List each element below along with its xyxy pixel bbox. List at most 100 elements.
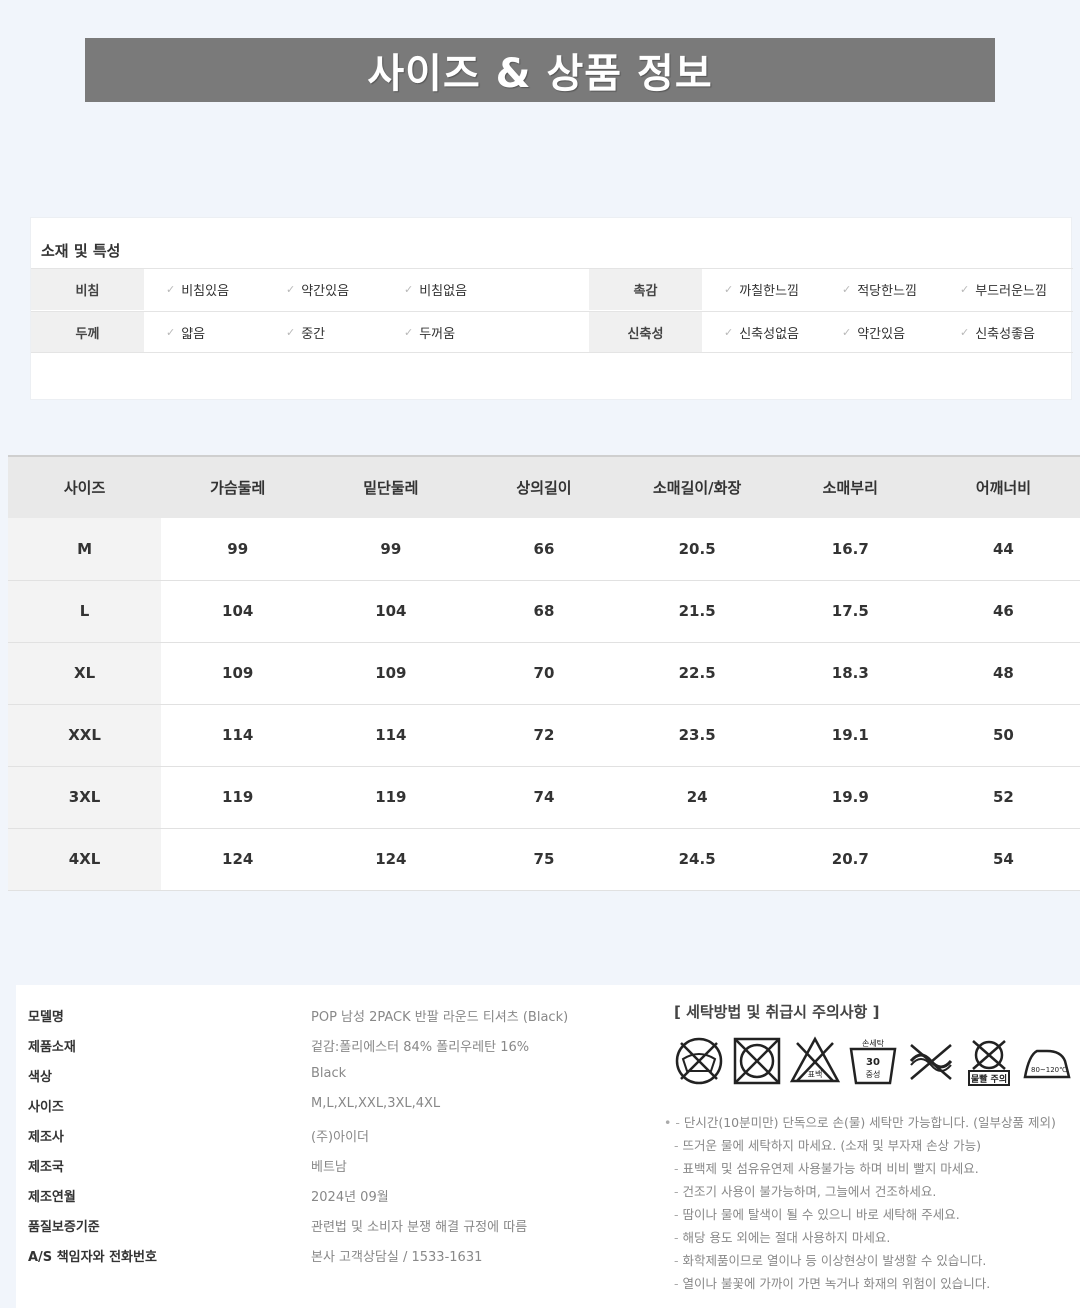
material-label: 신축성	[589, 312, 702, 352]
hand-wash-icon	[673, 1033, 725, 1089]
material-label: 두께	[31, 312, 144, 352]
check-icon: ✓	[286, 283, 296, 296]
measurement-cell: 114	[161, 704, 315, 767]
info-key: 품질보증기준	[28, 1220, 100, 1235]
info-value: 2024년 09월	[311, 1190, 389, 1205]
info-row: 사이즈 M,L,XL,XXL,3XL,4XL	[28, 1096, 440, 1116]
material-option: ✓ 비침없음	[404, 283, 468, 299]
info-row: 제조사 (주)아이더	[28, 1126, 369, 1146]
measurement-cell: 16.7	[773, 518, 927, 581]
info-value: (주)아이더	[311, 1130, 369, 1145]
no-dry-clean-icon: 물빨 주의	[963, 1033, 1015, 1089]
info-row: 색상 Black	[28, 1066, 346, 1086]
size-cell: 3XL	[8, 766, 162, 829]
info-value: 본사 고객상담실 / 1533-1631	[311, 1250, 483, 1265]
material-option: ✓ 얇음	[166, 325, 206, 342]
no-tumble-dry-icon	[731, 1033, 783, 1089]
size-table: 사이즈 가슴둘레 밑단둘레 상의길이 소매길이/화장 소매부리 어깨너비 M 99…	[8, 455, 1080, 891]
check-icon: ✓	[842, 325, 852, 339]
info-value: POP 남성 2PACK 반팔 라운드 티셔츠 (Black)	[311, 1010, 569, 1025]
svg-text:손세탁: 손세탁	[862, 1038, 885, 1048]
info-value: 베트남	[311, 1160, 347, 1175]
column-header: 소매길이/화장	[620, 455, 774, 518]
measurement-cell: 68	[467, 580, 621, 643]
check-icon: ✓	[724, 325, 734, 339]
info-row: 품질보증기준 관련법 및 소비자 분쟁 해결 규정에 따름	[28, 1216, 527, 1236]
measurement-cell: 104	[314, 580, 468, 643]
measurement-cell: 17.5	[773, 580, 927, 643]
check-icon: ✓	[166, 283, 176, 296]
measurement-cell: 21.5	[620, 580, 774, 643]
info-key: 제조국	[28, 1160, 64, 1175]
material-option: ✓ 약간있음	[842, 325, 906, 342]
table-row: M 99 99 66 20.5 16.7 44	[8, 518, 1080, 581]
material-option: ✓ 신축성없음	[724, 325, 800, 342]
material-option: ✓ 적당한느낌	[842, 283, 918, 299]
measurement-cell: 52	[926, 766, 1080, 829]
washing-note: • - 단시간(10분미만) 단독으로 손(물) 세탁만 가능합니다. (일부상…	[664, 1115, 1056, 1130]
info-key: 제조사	[28, 1130, 64, 1145]
table-row: L 104 104 68 21.5 17.5 46	[8, 580, 1080, 643]
measurement-cell: 74	[467, 766, 621, 829]
measurement-cell: 46	[926, 580, 1080, 643]
washing-note: - 건조기 사용이 불가능하며, 그늘에서 건조하세요.	[674, 1184, 937, 1199]
page-title: 사이즈 & 상품 정보	[367, 51, 713, 97]
material-option: ✓ 비침있음	[166, 283, 230, 299]
info-value: M,L,XL,XXL,3XL,4XL	[311, 1096, 441, 1111]
washing-note: - 해당 용도 외에는 절대 사용하지 마세요.	[674, 1230, 891, 1245]
measurement-cell: 66	[467, 518, 621, 581]
measurement-cell: 114	[314, 704, 468, 767]
measurement-cell: 19.9	[773, 766, 927, 829]
check-icon: ✓	[404, 325, 414, 339]
washing-note: - 화학제품이므로 열이나 등 이상현상이 발생할 수 있습니다.	[674, 1253, 987, 1268]
measurement-cell: 75	[467, 828, 621, 891]
measurement-cell: 104	[161, 580, 315, 643]
check-icon: ✓	[960, 283, 970, 296]
info-row: 제조국 베트남	[28, 1156, 347, 1176]
table-row: XL 109 109 70 22.5 18.3 48	[8, 642, 1080, 705]
column-header: 가슴둘레	[161, 455, 315, 518]
title-banner: 사이즈 & 상품 정보	[85, 38, 995, 102]
measurement-cell: 24	[620, 766, 774, 829]
material-option: ✓ 중간	[286, 325, 326, 342]
measurement-cell: 50	[926, 704, 1080, 767]
washing-note: - 표백제 및 섬유유연제 사용불가능 하며 비비 빨지 마세요.	[674, 1161, 979, 1176]
table-row: 4XL 124 124 75 24.5 20.7 54	[8, 828, 1080, 891]
measurement-cell: 124	[161, 828, 315, 891]
info-row: A/S 책임자와 전화번호 본사 고객상담실 / 1533-1631	[28, 1246, 482, 1266]
info-key: A/S 책임자와 전화번호	[28, 1250, 157, 1265]
size-cell: XL	[8, 642, 162, 705]
measurement-cell: 19.1	[773, 704, 927, 767]
material-option: ✓ 약간있음	[286, 283, 350, 299]
info-key: 제품소재	[28, 1040, 76, 1055]
svg-text:물빨 주의: 물빨 주의	[971, 1073, 1007, 1085]
measurement-cell: 48	[926, 642, 1080, 705]
size-cell: 4XL	[8, 828, 162, 891]
info-row: 제조연월 2024년 09월	[28, 1186, 389, 1206]
info-key: 제조연월	[28, 1190, 76, 1205]
svg-text:표백: 표백	[808, 1069, 823, 1079]
measurement-cell: 99	[161, 518, 315, 581]
material-option: ✓ 두꺼움	[404, 325, 456, 342]
check-icon: ✓	[724, 283, 734, 296]
size-table-header: 사이즈 가슴둘레 밑단둘레 상의길이 소매길이/화장 소매부리 어깨너비	[8, 455, 1080, 518]
info-row: 제품소재 겉감:폴리에스터 84% 폴리우레탄 16%	[28, 1036, 529, 1056]
measurement-cell: 119	[314, 766, 468, 829]
measurement-cell: 20.5	[620, 518, 774, 581]
measurement-cell: 22.5	[620, 642, 774, 705]
washing-title: [ 세탁방법 및 취급시 주의사항 ]	[674, 1003, 880, 1021]
table-row: 3XL 119 119 74 24 19.9 52	[8, 766, 1080, 829]
svg-text:중성: 중성	[866, 1070, 881, 1079]
measurement-cell: 18.3	[773, 642, 927, 705]
measurement-cell: 24.5	[620, 828, 774, 891]
info-key: 사이즈	[28, 1100, 64, 1115]
measurement-cell: 124	[314, 828, 468, 891]
material-option: ✓ 까칠한느낌	[724, 283, 800, 299]
info-key: 색상	[28, 1070, 52, 1085]
info-key: 모델명	[28, 1010, 64, 1025]
check-icon: ✓	[960, 325, 970, 339]
table-row: XXL 114 114 72 23.5 19.1 50	[8, 704, 1080, 767]
column-header: 소매부리	[773, 455, 927, 518]
measurement-cell: 54	[926, 828, 1080, 891]
check-icon: ✓	[842, 283, 852, 296]
